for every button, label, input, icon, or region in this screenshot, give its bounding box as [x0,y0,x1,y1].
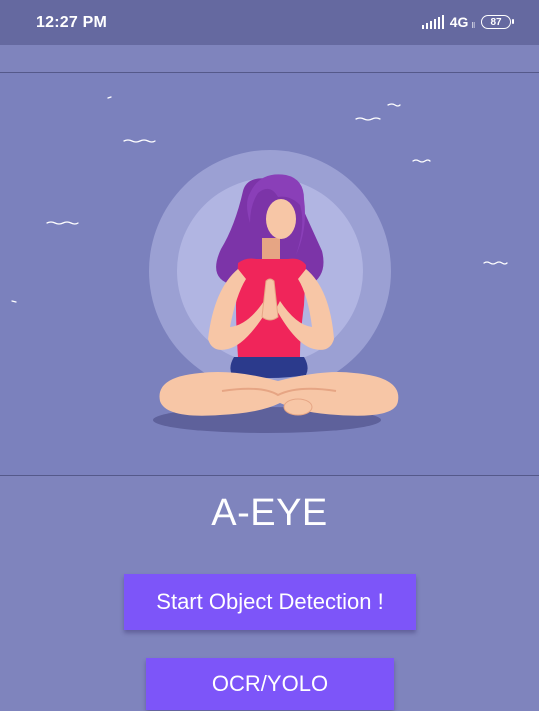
battery-level: 87 [490,16,502,28]
app-title: A-EYE [211,492,328,534]
status-bar: 12:27 PM 4G ll 87 [0,0,539,45]
status-indicators: 4G ll 87 [421,14,514,30]
network-activity: ll [471,21,475,30]
battery-icon: 87 [481,15,514,29]
face [266,199,296,239]
start-object-detection-button[interactable]: Start Object Detection ! [124,574,416,630]
ocr-yolo-button[interactable]: OCR/YOLO [146,658,394,710]
meditation-illustration [11,96,508,433]
network-type: 4G [449,14,469,30]
status-time: 12:27 PM [36,14,107,31]
hero-banner [0,72,539,476]
signal-icon [421,15,444,29]
neck [262,238,280,260]
